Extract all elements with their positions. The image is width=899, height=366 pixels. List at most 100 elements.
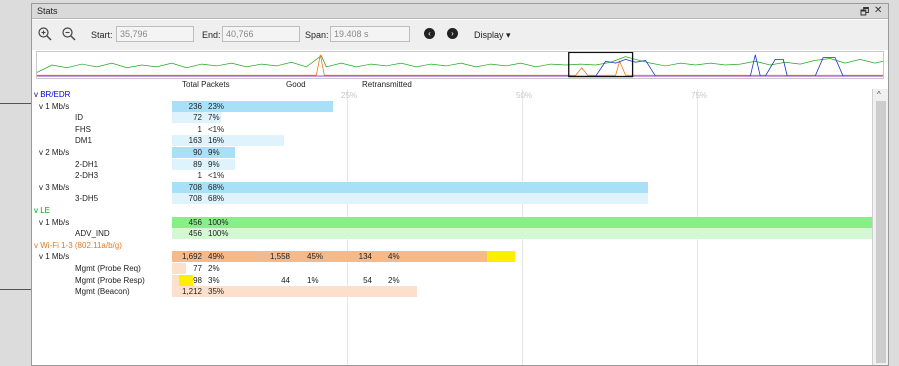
total-packets-value: 98 (193, 275, 202, 285)
total-packets-value: 72 (193, 113, 202, 123)
title-bar: Stats 🗗 ✕ (32, 4, 888, 19)
total-packets-value: 1,692 (181, 252, 202, 262)
display-dropdown[interactable]: Display ▾ (474, 30, 511, 41)
total-packets-percent: 100% (208, 229, 229, 239)
retransmitted-value: 54 (363, 275, 372, 285)
tree-row[interactable]: v 1 Mb/s 236 23% (32, 100, 872, 113)
arrow-right-circle-icon[interactable]: › (447, 28, 458, 39)
tree-row-label: Mgmt (Probe Resp) (75, 275, 145, 285)
total-packets-percent: 3% (208, 275, 220, 285)
overview-series-blue (37, 54, 883, 77)
total-packets-percent: 35% (208, 287, 225, 297)
tree-row-label: v BR/EDR (34, 90, 71, 99)
total-packets-percent: 2% (208, 264, 220, 273)
total-packets-value: 1 (197, 171, 202, 181)
good-packets-value: 44 (281, 275, 290, 285)
span-label: Span: (305, 30, 329, 40)
total-packets-percent: 9% (208, 148, 220, 157)
total-packets-value: 89 (193, 159, 202, 169)
total-packets-value: 236 (188, 101, 202, 111)
tree-row-label: v 1 Mb/s (39, 252, 70, 262)
tree-row-label: v 1 Mb/s (39, 217, 70, 227)
tree-row[interactable]: Mgmt (Probe Req) 77 2% (32, 263, 872, 275)
good-packets-percent: 45% (307, 252, 324, 262)
total-packets-value: 708 (188, 182, 202, 192)
background-divider-top (0, 103, 31, 104)
tree-row-label: 3-DH5 (75, 194, 99, 204)
zoom-out-icon[interactable] (61, 26, 77, 42)
total-packets-percent: 68% (208, 182, 225, 192)
total-packets-bar (172, 181, 648, 193)
total-packets-value: 456 (188, 217, 202, 227)
total-packets-value: 1 (197, 124, 202, 134)
tree-row-label: DM1 (75, 136, 92, 146)
start-label: Start: (91, 30, 113, 40)
end-input[interactable] (222, 26, 300, 42)
tree-row[interactable]: Mgmt (Beacon) 1,212 35% (32, 286, 872, 298)
timeline-overview[interactable] (36, 51, 884, 79)
tree-row-label: ID (75, 113, 83, 123)
tree-row[interactable]: 2-DH3 1 <1% (32, 170, 872, 182)
tree-row-label: Mgmt (Beacon) (75, 287, 130, 297)
total-packets-bar (172, 216, 872, 228)
retransmitted-percent: 2% (388, 275, 400, 285)
tree-row[interactable]: 2-DH1 89 9% (32, 158, 872, 171)
tree-row[interactable]: 3-DH5 708 68% (32, 193, 872, 205)
tree-row[interactable]: v BR/EDR (32, 89, 872, 101)
zoom-in-icon[interactable] (37, 26, 53, 42)
span-input[interactable] (330, 26, 410, 42)
total-packets-value: 1,212 (181, 287, 202, 297)
total-packets-percent: <1% (208, 124, 225, 134)
column-header-total: Total Packets (182, 80, 230, 89)
tree-row[interactable]: v 2 Mb/s 90 9% (32, 147, 872, 159)
good-packets-value: 1,558 (269, 252, 290, 262)
tree-row-label: Mgmt (Probe Req) (75, 264, 141, 273)
retransmitted-bar (487, 251, 515, 263)
total-packets-percent: 100% (208, 217, 229, 227)
vertical-scrollbar[interactable]: ^ (872, 89, 888, 365)
total-packets-value: 77 (193, 264, 202, 273)
scrollbar-thumb[interactable] (876, 101, 886, 363)
tree-row-label: 2-DH3 (75, 171, 99, 181)
tree-row[interactable]: ID 72 7% (32, 112, 872, 124)
end-label: End: (202, 30, 221, 40)
tree-row[interactable]: v 3 Mb/s 708 68% (32, 181, 872, 194)
start-input[interactable] (116, 26, 194, 42)
tree-row-label: v Wi-Fi 1-3 (802.11a/b/g) (34, 240, 122, 250)
scroll-up-icon[interactable]: ^ (877, 90, 881, 99)
column-header-retransmitted: Retransmitted (362, 80, 412, 89)
retransmitted-percent: 4% (388, 252, 400, 262)
tree-row-label: v 1 Mb/s (39, 101, 70, 111)
background-divider-bottom (0, 289, 31, 290)
total-packets-percent: 49% (208, 252, 225, 262)
window-title: Stats (37, 6, 58, 16)
tree-row[interactable]: FHS 1 <1% (32, 124, 872, 136)
total-packets-percent: 16% (208, 136, 225, 146)
tree-row[interactable]: v 1 Mb/s 1,692 49% 1,558 45% 134 4% (32, 251, 872, 263)
arrow-left-circle-icon[interactable]: ‹ (424, 28, 435, 39)
total-packets-value: 708 (188, 194, 202, 204)
total-packets-bar (172, 193, 648, 205)
toolbar: Start: End: Span: ‹ › Display ▾ (32, 20, 888, 50)
total-packets-bar (172, 228, 872, 240)
tree-row[interactable]: Mgmt (Probe Resp) 98 3% 44 1% 54 2% (32, 274, 872, 287)
total-packets-value: 163 (188, 136, 202, 146)
total-packets-percent: 23% (208, 101, 225, 111)
total-packets-percent: 68% (208, 194, 225, 204)
total-packets-percent: 7% (208, 113, 220, 123)
total-packets-percent: <1% (208, 171, 225, 181)
total-packets-value: 456 (188, 229, 202, 239)
tree-row[interactable]: v LE (32, 205, 872, 217)
tree-row-label: 2-DH1 (75, 159, 99, 169)
tree-row[interactable]: ADV_IND 456 100% (32, 228, 872, 240)
tree-row-label: v 3 Mb/s (39, 182, 70, 192)
close-icon[interactable]: ✕ (874, 5, 882, 16)
good-packets-percent: 1% (307, 275, 319, 285)
tree-row[interactable]: v Wi-Fi 1-3 (802.11a/b/g) (32, 240, 872, 252)
stats-panel: Stats 🗗 ✕ Start: End: Span: ‹ › Display … (31, 3, 889, 366)
tree-row[interactable]: v 1 Mb/s 456 100% (32, 216, 872, 229)
total-packets-percent: 9% (208, 159, 220, 169)
stats-tree: 25% 50% 75% v BR/EDR v 1 Mb/s 236 23% ID 72 7%… (32, 89, 872, 365)
column-header-good: Good (286, 80, 306, 89)
tree-row[interactable]: DM1 163 16% (32, 135, 872, 147)
